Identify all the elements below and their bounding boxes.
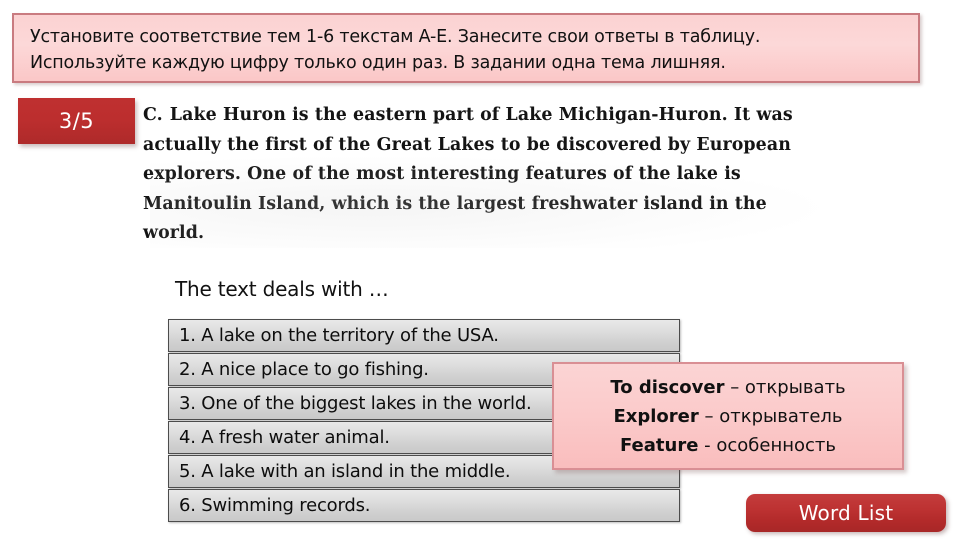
passage-line-2: actually the first of the Great Lakes to… bbox=[143, 134, 791, 155]
word-list-button[interactable]: Word List bbox=[746, 494, 946, 532]
vocabulary-callout: To discover – открывать Explorer – откры… bbox=[552, 362, 904, 470]
vocabulary-translation: особенность bbox=[716, 434, 837, 456]
vocabulary-separator: – bbox=[724, 376, 745, 398]
instruction-line-1: Установите соответствие тем 1-6 текстам … bbox=[30, 27, 761, 47]
vocabulary-entry-3: Feature - особенность bbox=[620, 431, 836, 460]
passage-line-1-text: Lake Huron is the eastern part of Lake M… bbox=[169, 105, 793, 125]
answer-option-1[interactable]: 1. A lake on the territory of the USA. bbox=[168, 319, 680, 352]
reading-passage: C. Lake Huron is the eastern part of Lake… bbox=[143, 101, 903, 249]
passage-line-1: C. Lake Huron is the eastern part of Lake… bbox=[143, 101, 903, 131]
word-list-button-label: Word List bbox=[798, 501, 894, 525]
answer-option-label: 2. A nice place to go fishing. bbox=[179, 359, 429, 380]
passage-line-4: Manitoulin Island, which is the largest … bbox=[143, 193, 767, 214]
answer-option-label: 6. Swimming records. bbox=[179, 495, 371, 516]
vocabulary-separator: - bbox=[698, 434, 717, 456]
vocabulary-term: To discover bbox=[610, 376, 725, 398]
answer-option-label: 4. A fresh water animal. bbox=[179, 427, 390, 448]
answer-option-6[interactable]: 6. Swimming records. bbox=[168, 489, 680, 522]
vocabulary-term: Feature bbox=[619, 434, 699, 456]
vocabulary-term: Explorer bbox=[613, 405, 699, 427]
vocabulary-entry-1: To discover – открывать bbox=[610, 373, 845, 402]
vocabulary-separator: – bbox=[698, 405, 720, 427]
passage-label: C. bbox=[143, 105, 163, 125]
answer-option-label: 5. A lake with an island in the middle. bbox=[179, 461, 511, 482]
vocabulary-translation: открывать bbox=[744, 376, 846, 398]
slide-counter-badge: 3/5 bbox=[18, 98, 135, 144]
passage-line-3: explorers. One of the most interesting f… bbox=[143, 164, 741, 184]
answer-option-label: 1. A lake on the territory of the USA. bbox=[179, 325, 499, 346]
question-prompt: The text deals with … bbox=[175, 277, 389, 301]
slide-counter-value: 3/5 bbox=[58, 109, 95, 133]
instruction-banner: Установите соответствие тем 1-6 текстам … bbox=[12, 13, 920, 83]
instruction-line-2: Используйте каждую цифру только один раз… bbox=[30, 53, 726, 73]
passage-line-5: world. bbox=[143, 223, 205, 243]
answer-option-label: 3. One of the biggest lakes in the world… bbox=[179, 393, 532, 414]
vocabulary-entry-2: Explorer – открыватель bbox=[613, 402, 842, 431]
vocabulary-translation: открыватель bbox=[719, 405, 843, 427]
